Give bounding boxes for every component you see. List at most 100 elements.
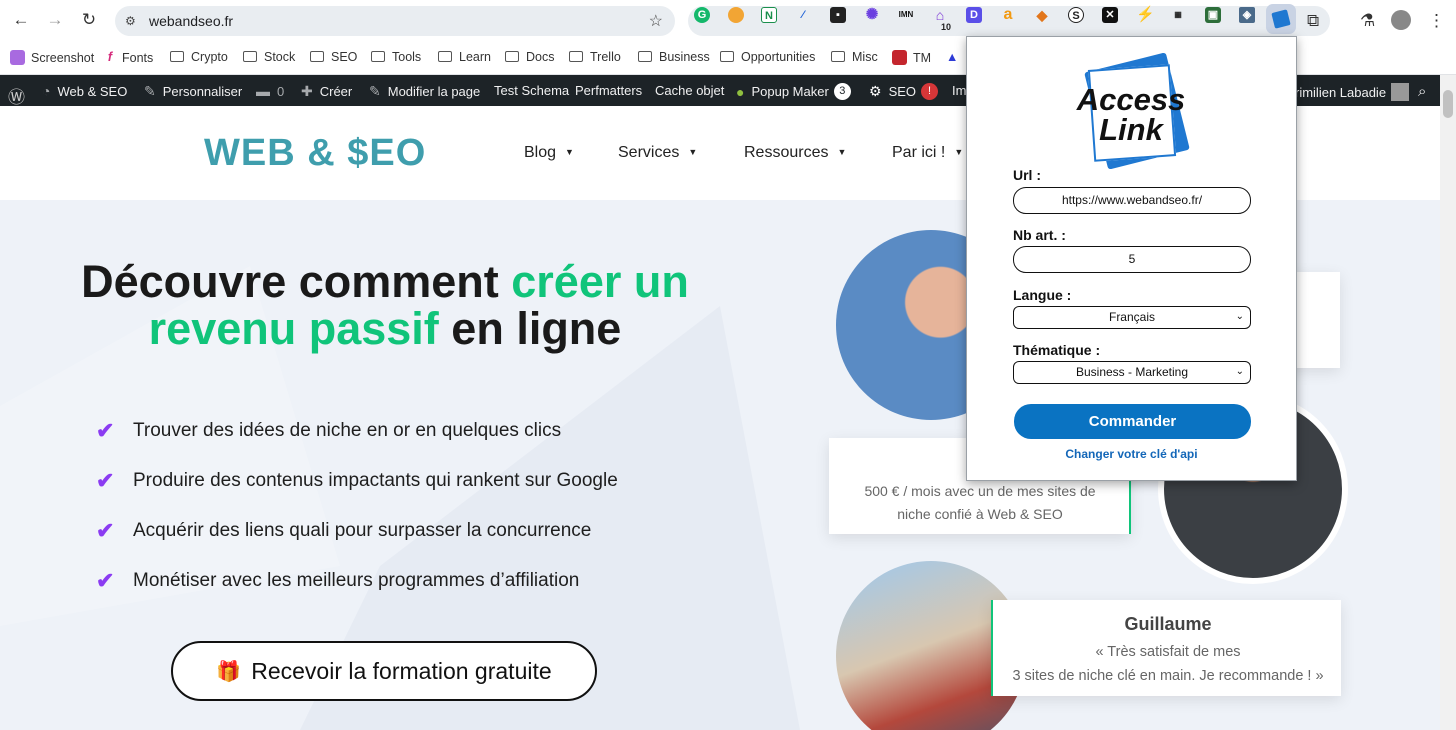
testimonial-card-3: Guillaume « Très satisfait de mes 3 site… xyxy=(991,600,1341,696)
menu-par-ici[interactable]: Par ici ! ▼ xyxy=(892,144,963,162)
chat-extension-icon[interactable]: ▪ xyxy=(830,7,846,23)
menu-dots-icon[interactable]: ⋮ xyxy=(1428,11,1445,31)
folder-icon xyxy=(638,50,652,62)
bookmark-fonts[interactable]: f Fonts xyxy=(104,50,153,65)
address-bar[interactable]: ⚙ webandseo.fr ☆ xyxy=(115,6,675,36)
free-training-button[interactable]: 🎁 Recevoir la formation gratuite xyxy=(171,641,597,701)
caret-down-icon: ▼ xyxy=(565,147,574,157)
site-logo[interactable]: WEB & $EO xyxy=(204,132,426,175)
seo-gear-icon: ⚙ xyxy=(869,83,882,99)
bookmark-tm[interactable]: TM xyxy=(892,50,931,65)
forward-icon[interactable]: → xyxy=(38,10,72,30)
lab-flask-icon[interactable]: ⚗ xyxy=(1360,11,1375,31)
chevron-down-icon: ⌄ xyxy=(1235,311,1244,322)
popup-maker-icon: ● xyxy=(736,83,745,100)
pencil-icon: ✎ xyxy=(369,83,381,99)
wp-edit-page-link[interactable]: ✎ Modifier la page xyxy=(369,83,480,100)
accesslink-extension-icon[interactable] xyxy=(1266,4,1296,34)
page-scrollbar[interactable] xyxy=(1440,75,1456,730)
wp-customize-link[interactable]: ✎ Personnaliser xyxy=(144,83,242,100)
user-avatar xyxy=(1391,83,1410,101)
wp-cache-link[interactable]: Cache objet xyxy=(655,83,724,98)
language-select[interactable]: Français ⌄ xyxy=(1013,306,1251,329)
home-extension-icon[interactable]: ⌂ xyxy=(932,7,948,23)
menu-ressources[interactable]: Ressources ▼ xyxy=(744,144,846,162)
imn-extension-icon[interactable]: IMN xyxy=(898,7,914,23)
order-button[interactable]: Commander xyxy=(1014,404,1251,439)
folder-icon xyxy=(569,50,583,62)
profile-avatar[interactable] xyxy=(1391,10,1411,30)
menu-blog[interactable]: Blog ▼ xyxy=(524,144,574,162)
brush-icon: ✎ xyxy=(144,83,156,99)
d-extension-icon[interactable]: D xyxy=(966,7,982,23)
extension-badge: 10 xyxy=(941,22,952,32)
caret-down-icon: ▼ xyxy=(837,147,847,157)
wp-popup-maker-link[interactable]: ● Popup Maker 3 xyxy=(736,83,851,100)
wp-new-link[interactable]: ✚ Créer xyxy=(301,83,352,100)
wp-seo-link[interactable]: ⚙ SEO! xyxy=(869,83,939,100)
bookmark-business[interactable]: Business xyxy=(638,50,710,64)
wp-comments-link[interactable]: ▬ 0 xyxy=(256,83,284,99)
wp-perfmatters-link[interactable]: Perfmatters xyxy=(575,83,642,98)
n-extension-icon[interactable]: N xyxy=(761,7,777,23)
folder-icon xyxy=(371,50,385,62)
gift-icon: 🎁 xyxy=(216,660,242,683)
nb-articles-input[interactable]: 5 xyxy=(1013,246,1251,273)
bookmark-tools[interactable]: Tools xyxy=(371,50,421,64)
bookmark-seo[interactable]: SEO xyxy=(310,50,357,64)
change-api-key-link[interactable]: Changer votre clé d'api xyxy=(967,447,1296,461)
bookmark-stock[interactable]: Stock xyxy=(243,50,295,64)
back-icon[interactable]: ← xyxy=(4,10,38,30)
bookmark-trello[interactable]: Trello xyxy=(569,50,621,64)
accesslink-popup: Access Link Url : https://www.webandseo.… xyxy=(966,36,1297,481)
wp-search-icon[interactable]: ⌕ xyxy=(1418,83,1426,100)
metamask-extension-icon[interactable]: ◆ xyxy=(1034,7,1050,23)
folder-icon xyxy=(505,50,519,62)
folder-icon xyxy=(170,50,184,62)
screenshot-app-icon xyxy=(10,50,25,65)
comment-icon: ▬ xyxy=(256,83,270,99)
egg-extension-icon[interactable] xyxy=(728,7,744,23)
green-extension-icon[interactable]: ▣ xyxy=(1205,7,1221,23)
theme-select[interactable]: Business - Marketing ⌄ xyxy=(1013,361,1251,384)
amazon-extension-icon[interactable]: a xyxy=(1000,7,1016,23)
wp-site-link[interactable]: ◔ Web & SEO xyxy=(42,83,127,99)
language-label: Langue : xyxy=(1013,287,1072,303)
bookmark-misc[interactable]: Misc xyxy=(831,50,878,64)
menu-services[interactable]: Services ▼ xyxy=(618,144,697,162)
scrollbar-thumb[interactable] xyxy=(1443,90,1453,118)
reload-icon[interactable]: ↻ xyxy=(72,10,106,30)
qr-extension-icon[interactable]: ▦ xyxy=(1170,7,1186,23)
check-icon: ✔ xyxy=(96,568,115,593)
extensions-puzzle-icon[interactable]: ⧉ xyxy=(1307,11,1319,31)
site-info-icon[interactable]: ⚙ xyxy=(125,14,141,28)
bookmark-opportunities[interactable]: Opportunities xyxy=(720,50,815,64)
caret-down-icon: ▼ xyxy=(688,147,698,157)
grammar-extension-icon[interactable]: G xyxy=(694,7,710,23)
plus-icon: ✚ xyxy=(301,83,313,99)
bookmark-screenshot[interactable]: Screenshot xyxy=(10,50,94,65)
folder-icon xyxy=(720,50,734,62)
list-item: ✔ Monétiser avec les meilleurs programmes… xyxy=(96,568,580,593)
bookmark-crypto[interactable]: Crypto xyxy=(170,50,228,64)
fonts-app-icon: f xyxy=(107,50,113,64)
bookmark-star-icon[interactable]: ☆ xyxy=(649,11,663,31)
bookmark-learn[interactable]: Learn xyxy=(438,50,491,64)
url-input[interactable]: https://www.webandseo.fr/ xyxy=(1013,187,1251,214)
pen-extension-icon[interactable]: ⁄ xyxy=(795,7,811,23)
wp-truncated-link[interactable]: Im xyxy=(952,83,966,98)
list-item: ✔ Acquérir des liens quali pour surpasser… xyxy=(96,518,592,543)
bolt-extension-icon[interactable]: ⚡ xyxy=(1136,7,1155,23)
bookmark-docs[interactable]: Docs xyxy=(505,50,554,64)
wordpress-logo-icon[interactable]: Ⓦ xyxy=(8,83,32,108)
a-bookmark-icon[interactable]: ▲ xyxy=(946,50,958,64)
s-extension-icon[interactable]: S xyxy=(1068,7,1084,23)
star-extension-icon[interactable]: ✺ xyxy=(864,7,880,23)
cube-extension-icon[interactable]: ◈ xyxy=(1239,7,1255,23)
wp-user-account[interactable]: rimilien Labadie xyxy=(1295,83,1410,101)
theme-label: Thématique : xyxy=(1013,342,1101,358)
wp-schema-link[interactable]: Test Schema xyxy=(494,83,569,98)
cross-extension-icon[interactable]: ✕ xyxy=(1102,7,1118,23)
url-label: Url : xyxy=(1013,167,1041,183)
address-bar-url[interactable]: webandseo.fr xyxy=(149,13,233,29)
